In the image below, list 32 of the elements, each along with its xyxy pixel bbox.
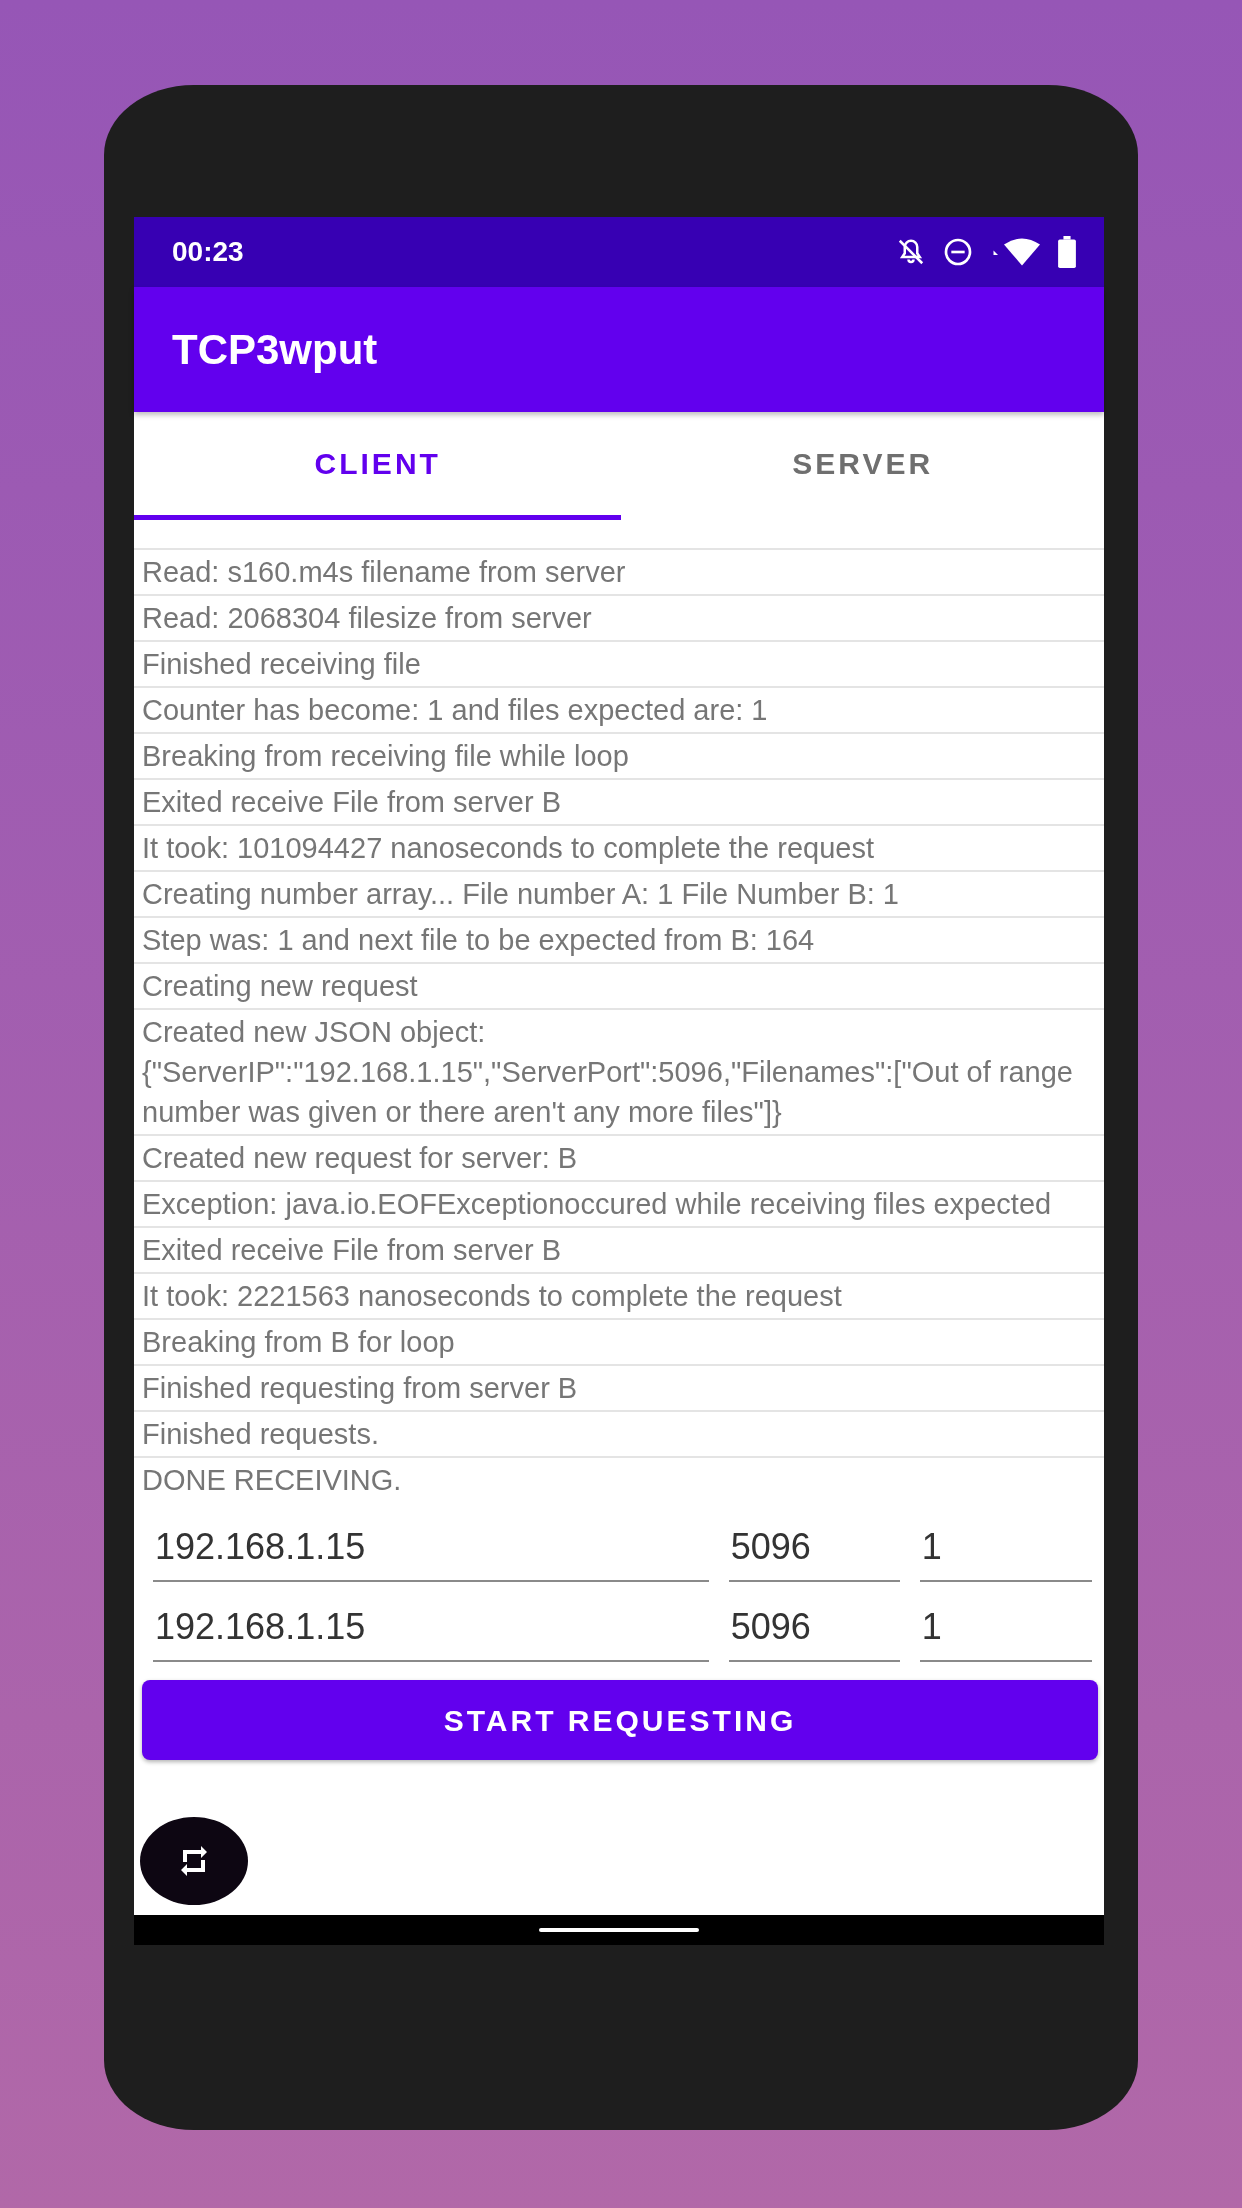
count-field[interactable]: 1	[919, 1512, 1092, 1582]
log-line: Creating new request	[134, 964, 1104, 1010]
bell-off-icon	[896, 237, 926, 267]
log-line: Counter has become: 1 and files expected are: 1	[134, 688, 1104, 734]
port-field[interactable]: 5096	[728, 1512, 900, 1582]
log-line: Read: 2068304 filesize from server	[134, 596, 1104, 642]
log-line: It took: 2221563 nanoseconds to complete the request	[134, 1274, 1104, 1320]
log-line: Step was: 1 and next file to be expected from B: 164	[134, 918, 1104, 964]
app-title: TCP3wput	[172, 325, 378, 375]
start-requesting-button[interactable]: START REQUESTING	[142, 1680, 1098, 1760]
log-line: Finished receiving file	[134, 642, 1104, 688]
log-line: Finished requests.	[134, 1412, 1104, 1458]
count-field[interactable]: 1	[919, 1592, 1092, 1662]
battery-icon	[1058, 236, 1076, 268]
do-not-disturb-icon	[942, 236, 974, 268]
ip-field[interactable]: 192.168.1.15	[153, 1512, 709, 1582]
log-line: DONE RECEIVING.	[141, 1463, 403, 1498]
log-line: Exited receive File from server B	[134, 1228, 1104, 1274]
log-line: Exited receive File from server B	[134, 780, 1104, 826]
log-line: Finished requesting from server B	[134, 1366, 1104, 1412]
log-line: It took: 101094427 nanoseconds to complete the request	[134, 826, 1104, 872]
ip-field[interactable]: 192.168.1.15	[153, 1592, 709, 1662]
log-line: Breaking from B for loop	[134, 1320, 1104, 1366]
port-field[interactable]: 5096	[728, 1592, 900, 1662]
log-line: Read: s160.m4s filename from server	[134, 550, 1104, 596]
log-line: Breaking from receiving file while loop	[134, 734, 1104, 780]
rotate-icon	[181, 1844, 207, 1878]
log-line: Exception: java.io.EOFExceptionoccured while receiving files expected	[134, 1182, 1104, 1228]
log-line: Created new JSON object: {"ServerIP":"192.168.1.15","ServerPort":5096,"Filenames":["Out of range number was given or there aren't any more files"]}	[134, 1010, 1104, 1136]
status-time: 00:23	[172, 235, 244, 269]
log-line: Creating number array... File number A: 1 File Number B: 1	[134, 872, 1104, 918]
log-line: Created new request for server: B	[134, 1136, 1104, 1182]
